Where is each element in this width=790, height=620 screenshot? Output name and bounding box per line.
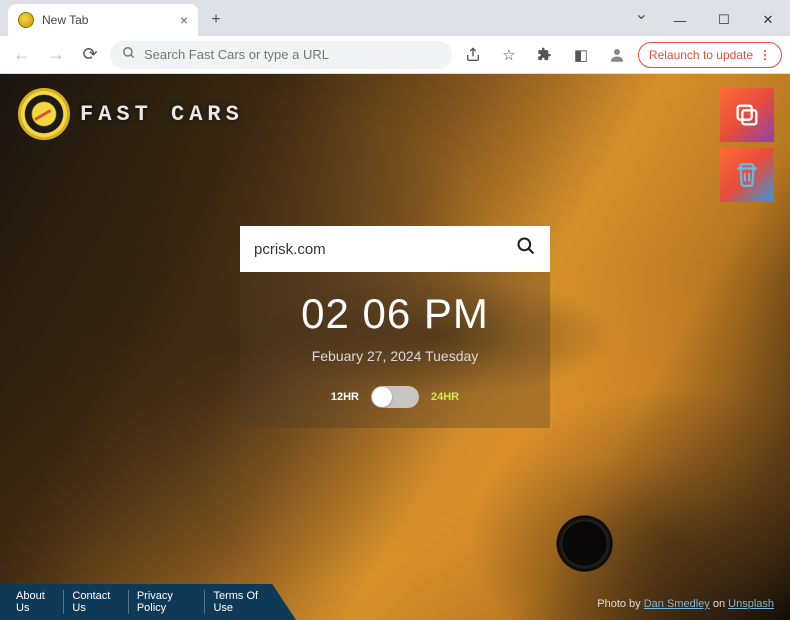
credit-author-link[interactable]: Dan Smedley: [644, 598, 710, 610]
search-bar: [240, 226, 550, 272]
privacy-link[interactable]: Privacy Policy: [129, 590, 206, 614]
extensions-icon[interactable]: [530, 41, 560, 69]
tab-dropdown-icon[interactable]: ⌄: [635, 4, 648, 36]
forward-button[interactable]: →: [42, 41, 70, 69]
browser-toolbar: ← → ⟳ Search Fast Cars or type a URL ☆ ◧…: [0, 36, 790, 74]
copy-button[interactable]: [720, 88, 774, 142]
reload-button[interactable]: ⟳: [76, 41, 104, 69]
delete-button[interactable]: [720, 148, 774, 202]
relaunch-button[interactable]: Relaunch to update ⋮: [638, 42, 782, 68]
window-controls: ⌄ ― ☐ ✕: [635, 4, 790, 36]
toggle-24hr-label: 24HR: [431, 391, 459, 403]
photo-credit: Photo by Dan Smedley on Unsplash: [597, 598, 774, 610]
footer-links: About Us Contact Us Privacy Policy Terms…: [0, 584, 296, 620]
terms-link[interactable]: Terms Of Use: [205, 590, 280, 614]
brand-header: FAST CARS: [18, 88, 244, 140]
bookmark-icon[interactable]: ☆: [494, 41, 524, 69]
copy-icon: [733, 101, 761, 129]
center-widget: 02 06 PM Febuary 27, 2024 Tuesday 12HR 2…: [240, 226, 550, 428]
omnibox-placeholder: Search Fast Cars or type a URL: [144, 47, 329, 62]
format-toggle[interactable]: [371, 386, 419, 408]
toggle-knob: [372, 387, 392, 407]
search-icon: [122, 46, 136, 63]
new-tab-button[interactable]: +: [202, 6, 230, 34]
toggle-12hr-label: 12HR: [331, 391, 359, 403]
tab-title: New Tab: [42, 13, 88, 27]
side-buttons: [720, 88, 774, 202]
search-input[interactable]: [254, 241, 516, 258]
about-link[interactable]: About Us: [16, 590, 64, 614]
share-icon[interactable]: [458, 41, 488, 69]
credit-site-link[interactable]: Unsplash: [728, 598, 774, 610]
brand-title: FAST CARS: [80, 102, 244, 127]
time-format-toggle: 12HR 24HR: [240, 386, 550, 408]
trash-icon: [734, 162, 760, 188]
search-submit-button[interactable]: [516, 236, 536, 262]
back-button[interactable]: ←: [8, 41, 36, 69]
relaunch-label: Relaunch to update: [649, 48, 753, 62]
menu-dots-icon[interactable]: ⋮: [759, 48, 771, 62]
contact-link[interactable]: Contact Us: [64, 590, 128, 614]
credit-prefix: Photo by: [597, 598, 643, 610]
clock-time: 02 06 PM: [240, 290, 550, 338]
omnibox[interactable]: Search Fast Cars or type a URL: [110, 41, 452, 69]
magnifier-icon: [516, 236, 536, 256]
close-tab-icon[interactable]: ×: [180, 12, 188, 28]
favicon-icon: [18, 12, 34, 28]
page-content: FAST CARS 02 06 PM Febuary 27, 2024 Tues…: [0, 74, 790, 620]
maximize-button[interactable]: ☐: [702, 4, 746, 36]
speedometer-logo-icon: [18, 88, 70, 140]
credit-middle: on: [710, 598, 728, 610]
minimize-button[interactable]: ―: [658, 4, 702, 36]
tab-strip: New Tab × + ⌄ ― ☐ ✕: [0, 0, 790, 36]
browser-tab[interactable]: New Tab ×: [8, 4, 198, 36]
sidepanel-icon[interactable]: ◧: [566, 41, 596, 69]
clock-date: Febuary 27, 2024 Tuesday: [240, 348, 550, 364]
close-window-button[interactable]: ✕: [746, 4, 790, 36]
profile-icon[interactable]: [602, 41, 632, 69]
